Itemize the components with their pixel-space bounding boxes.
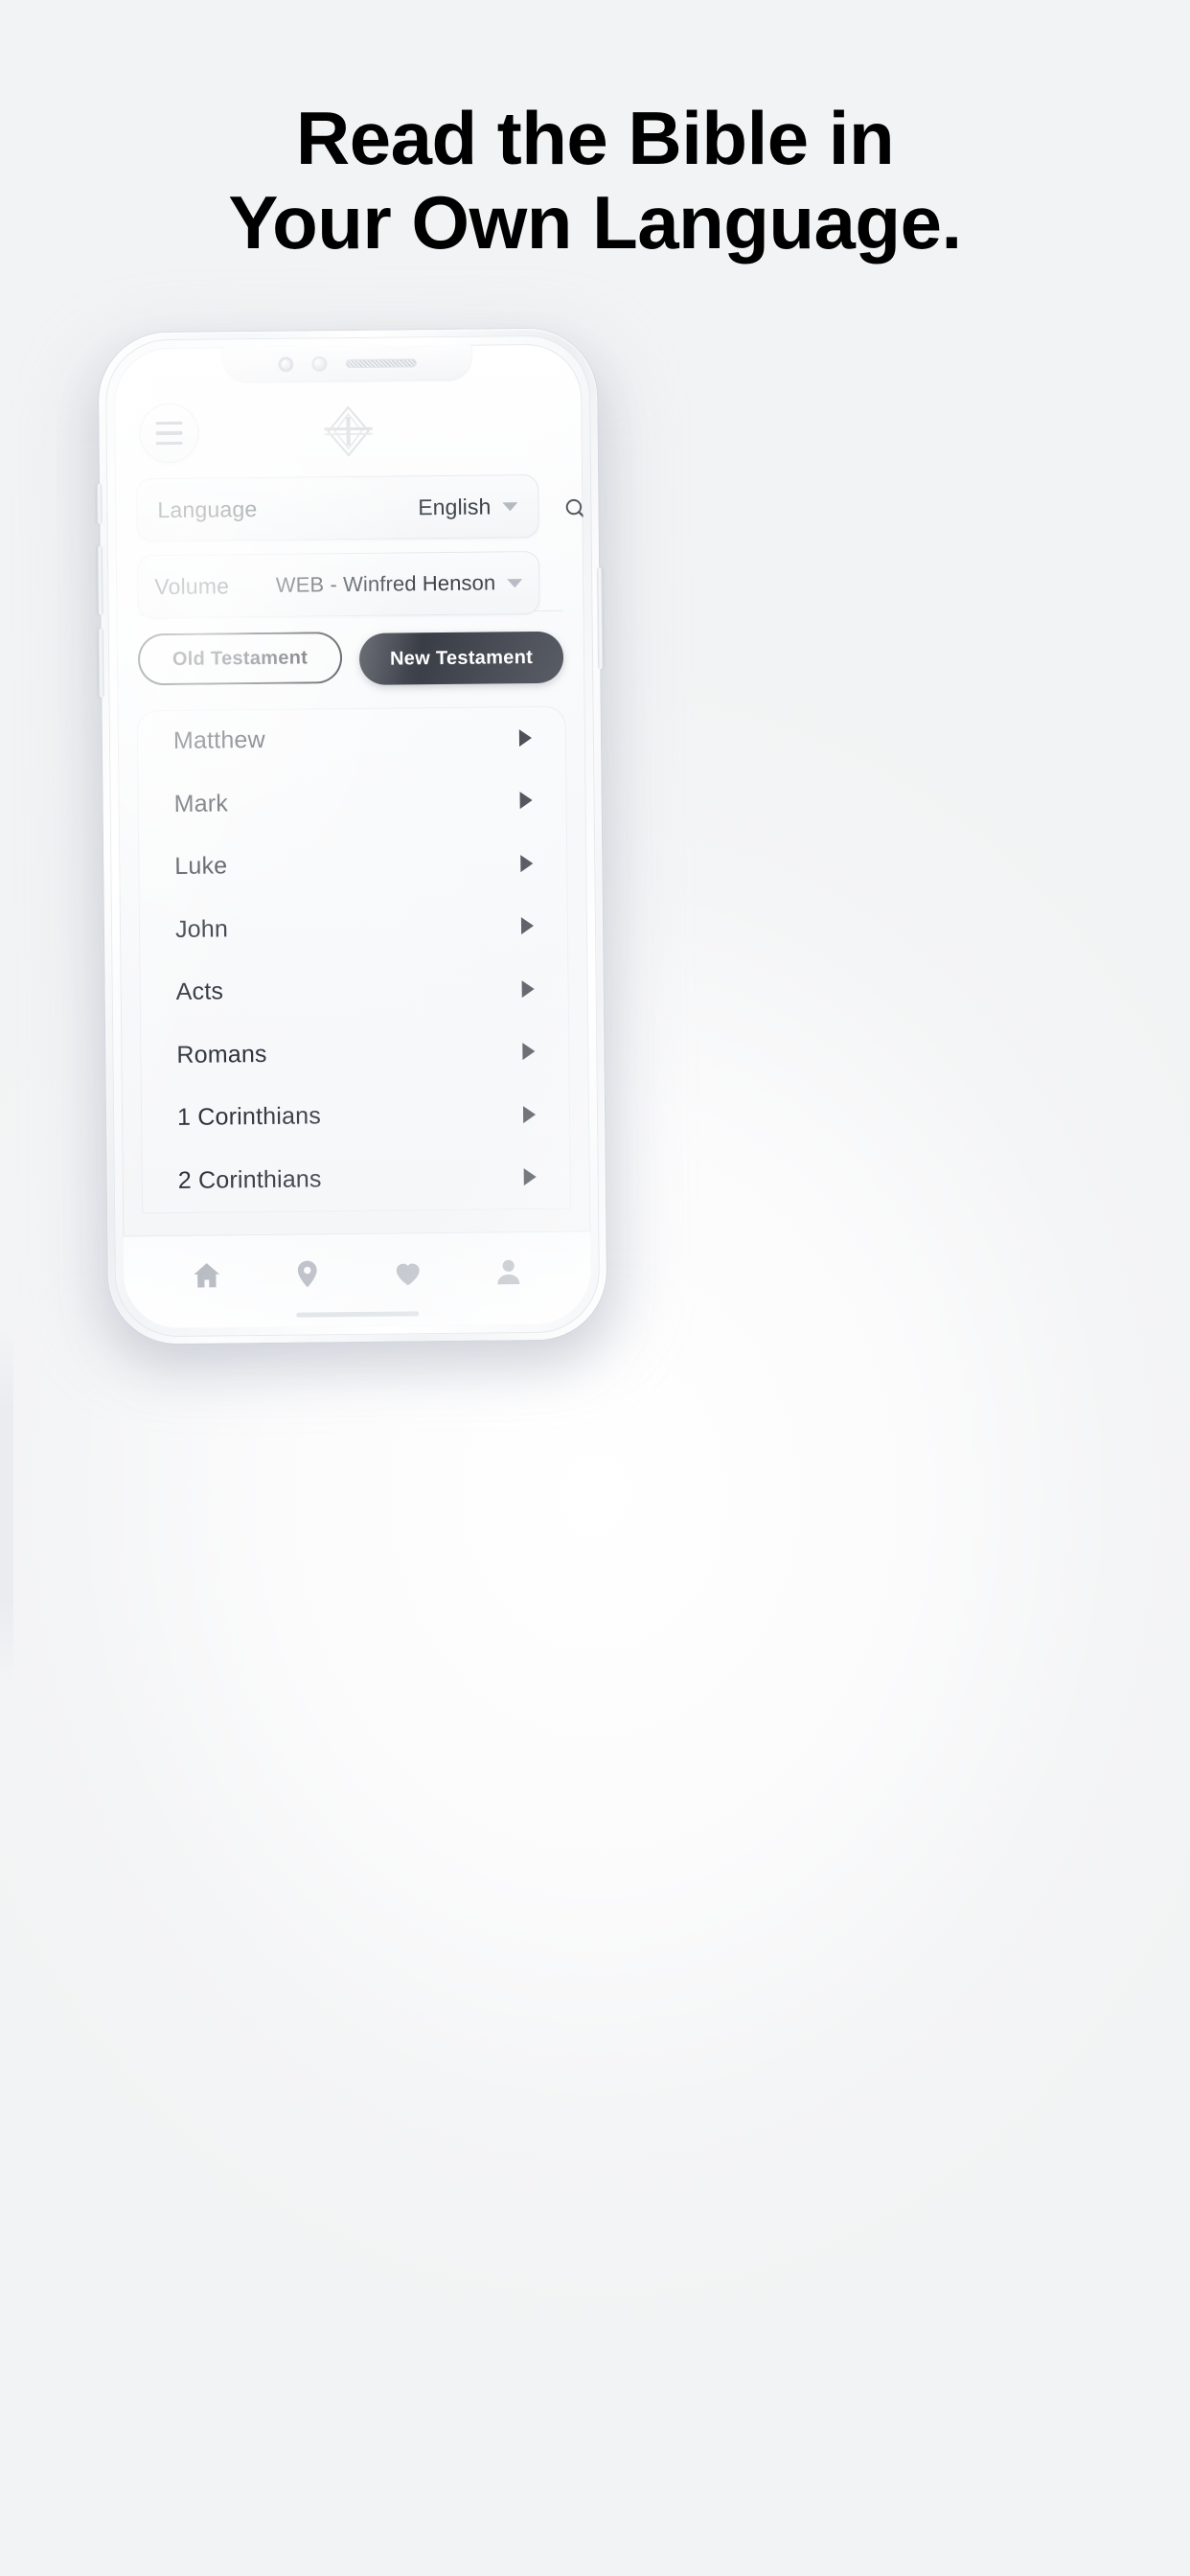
chevron-right-icon [518,728,533,747]
chevron-right-icon [523,1168,537,1186]
book-name: Acts [175,978,224,1006]
nav-home-button[interactable] [178,1254,234,1300]
brand-diamond-logo [318,402,378,462]
proximity-sensor-icon [311,356,327,371]
list-item[interactable]: Mark [137,769,567,836]
nav-favorites-button[interactable] [379,1253,435,1298]
list-item[interactable]: 1 Corinthians [141,1083,571,1150]
book-name: Luke [174,852,228,881]
volume-label: Volume [154,572,230,599]
chevron-down-icon [502,501,518,511]
page-title-line-1: Read the Bible in [295,96,895,180]
language-label: Language [157,495,258,522]
chevron-right-icon [521,979,535,998]
phone-screen: Language English Volume WEB - Winfred He… [113,343,592,1329]
device-notch [223,344,472,382]
background-edge-line [0,1322,13,1687]
landing-page: Read the Bible in Your Own Language. Lan… [0,0,1190,2576]
hamburger-menu-icon[interactable] [139,402,199,464]
heart-icon [391,1256,423,1294]
list-item[interactable]: Romans [140,1020,570,1087]
person-icon [492,1255,524,1293]
list-item[interactable]: Acts [139,957,569,1024]
book-name: 2 Corinthians [177,1165,322,1194]
chevron-down-icon [507,578,523,587]
testament-toggle-group: Old Testament New Testament [138,628,564,688]
menu-bar-1 [155,421,183,426]
front-camera-icon [278,356,293,372]
phone-mockup: Language English Volume WEB - Winfred He… [80,328,629,1364]
list-item[interactable]: 2 Corinthians [141,1145,571,1212]
nav-profile-button[interactable] [480,1252,536,1297]
chevron-right-icon [522,1105,537,1123]
chevron-right-icon [519,792,533,810]
mute-switch[interactable] [97,483,103,524]
page-title-line-2: Your Own Language. [228,180,962,265]
menu-bar-2 [155,431,183,435]
list-item[interactable]: Luke [138,832,568,899]
home-icon [190,1258,222,1296]
nav-location-button[interactable] [279,1254,334,1299]
old-testament-button[interactable]: Old Testament [138,632,343,685]
earpiece-speaker [345,357,417,368]
book-list: Matthew Mark Luke John Acts Romans 1 Cor… [136,705,572,1214]
chevron-right-icon [522,1043,536,1061]
selector-group: Language English Volume WEB - Winfred He… [136,473,587,632]
page-title: Read the Bible in Your Own Language. [0,96,1190,264]
app-header [114,393,583,471]
book-name: Matthew [172,726,265,755]
list-item[interactable]: Matthew [137,706,567,773]
chevron-right-icon [520,854,534,872]
menu-bar-3 [155,441,183,446]
volume-up-button[interactable] [97,545,103,615]
book-name: Mark [173,790,229,817]
book-name: 1 Corinthians [176,1102,322,1132]
book-name: John [174,915,229,943]
volume-selector[interactable]: Volume WEB - Winfred Henson [136,550,540,619]
language-value: English [418,493,492,519]
book-name: Romans [176,1040,267,1069]
volume-value: WEB - Winfred Henson [275,570,496,597]
language-selector[interactable]: Language English [136,473,539,542]
list-item[interactable]: John [139,894,569,961]
new-testament-button[interactable]: New Testament [358,631,564,685]
location-pin-icon [290,1257,323,1295]
volume-value-wrap: WEB - Winfred Henson [276,570,523,598]
chevron-right-icon [520,917,535,935]
volume-down-button[interactable] [98,628,104,698]
language-value-wrap: English [418,493,518,520]
